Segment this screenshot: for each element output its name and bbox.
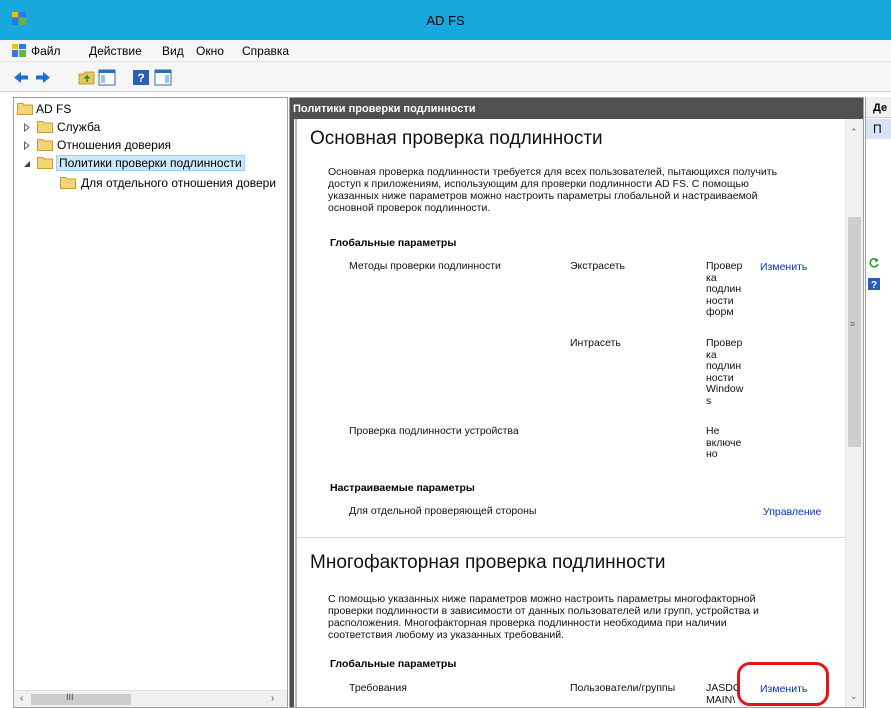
- manage-link[interactable]: Управление: [763, 506, 821, 518]
- description-line: С помощью указанных ниже параметров можн…: [328, 593, 756, 605]
- show-hide-action-pane-icon[interactable]: [154, 69, 172, 86]
- description-line: соответствия любому из указанных требова…: [328, 629, 565, 641]
- tree-node-per-relying-party[interactable]: Для отдельного отношения довери: [60, 175, 287, 193]
- actions-header: Де: [866, 97, 891, 118]
- description-line: расположения. Многофакторная проверка по…: [328, 617, 727, 629]
- expand-arrow-icon[interactable]: [23, 141, 31, 150]
- per-relying-party-label: Для отдельной проверяющей стороны: [349, 505, 537, 517]
- scrollbar-thumb[interactable]: [848, 217, 861, 447]
- folder-icon: [37, 121, 53, 133]
- description-line: основной проверок подлинности.: [328, 202, 491, 214]
- tree-node-label: AD FS: [36, 102, 72, 116]
- description-line: проверки подлинности в зависимости от да…: [328, 605, 759, 617]
- folder-icon: [37, 139, 53, 151]
- menu-window[interactable]: Окно: [196, 44, 224, 58]
- value-line: форм: [706, 306, 734, 318]
- policy-content: Основная проверка подлинности Основная п…: [290, 119, 845, 707]
- svg-text:?: ?: [871, 280, 877, 290]
- users-groups-value: JASDC MAIN\: [706, 683, 740, 706]
- global-settings-heading: Глобальные параметры: [330, 237, 457, 249]
- device-auth-label: Проверка подлинности устройства: [349, 425, 519, 437]
- device-auth-value: Не включе но: [706, 425, 741, 461]
- value-line: s: [706, 394, 712, 407]
- tree-node-adfs-root[interactable]: AD FS: [17, 101, 217, 119]
- title-bar: AD FS: [0, 0, 891, 40]
- requirements-label: Требования: [349, 682, 407, 694]
- tree-node-label: Для отдельного отношения довери: [81, 176, 277, 190]
- value-line: JASDC: [706, 683, 740, 694]
- mfa-description: С помощью указанных ниже параметров можн…: [328, 593, 828, 641]
- svg-text:?: ?: [137, 71, 144, 85]
- menu-view[interactable]: Вид: [162, 44, 184, 58]
- description-line: Основная проверка подлинности требуется …: [328, 166, 778, 178]
- mfa-title: Многофакторная проверка подлинности: [310, 552, 666, 573]
- value-line: MAIN\: [706, 693, 736, 706]
- menu-action[interactable]: Действие: [89, 44, 142, 58]
- left-border: [290, 119, 294, 707]
- help-icon[interactable]: ?: [868, 278, 880, 290]
- menu-help[interactable]: Справка: [242, 44, 289, 58]
- intranet-auth-value: Провер ка подлин ности Window s: [706, 337, 744, 407]
- left-border-inner: [295, 119, 297, 707]
- scroll-right-arrow-icon[interactable]: ›: [271, 693, 274, 704]
- folder-icon: [60, 177, 76, 189]
- details-vertical-scrollbar[interactable]: ⌃ ≡ ⌄: [845, 119, 863, 707]
- menu-file[interactable]: Файл: [31, 44, 61, 58]
- value-line: Window: [706, 383, 744, 395]
- primary-auth-title: Основная проверка подлинности: [310, 128, 603, 149]
- section-separator: [297, 537, 845, 538]
- tree-node-label: Служба: [57, 120, 101, 134]
- console-tree: AD FS Служба Отношения доверия Политики …: [13, 97, 288, 708]
- value-line: Провер: [706, 260, 743, 272]
- tree-node-label: Политики проверки подлинности: [56, 155, 245, 171]
- scroll-left-arrow-icon[interactable]: ‹: [20, 693, 23, 704]
- extranet-auth-value: Провер ка подлин ности форм: [706, 260, 743, 319]
- collapse-arrow-icon[interactable]: [23, 159, 31, 168]
- actions-subheader[interactable]: П: [866, 119, 891, 139]
- help-icon[interactable]: ?: [132, 69, 150, 86]
- scrollbar-grip: III: [66, 692, 74, 702]
- tree-node-label: Отношения доверия: [57, 138, 172, 152]
- details-pane: Политики проверки подлинности Основная п…: [289, 97, 864, 708]
- up-folder-icon[interactable]: [78, 69, 96, 86]
- folder-icon: [37, 157, 53, 169]
- value-line: но: [706, 448, 718, 460]
- system-menu-icon[interactable]: [12, 44, 26, 57]
- pane-header: Политики проверки подлинности: [290, 98, 863, 119]
- scroll-up-arrow-icon[interactable]: ⌃: [850, 127, 858, 138]
- toolbar: ?: [0, 62, 891, 92]
- users-groups-label: Пользователи/группы: [570, 682, 676, 694]
- forward-arrow-icon[interactable]: [34, 69, 52, 86]
- edit-mfa-settings-link[interactable]: Изменить: [760, 683, 807, 695]
- folder-icon: [17, 103, 33, 115]
- custom-settings-heading: Настраиваемые параметры: [330, 482, 475, 494]
- auth-methods-label: Методы проверки подлинности: [349, 260, 501, 272]
- window-title: AD FS: [426, 13, 465, 28]
- refresh-icon[interactable]: [868, 257, 880, 269]
- scroll-down-arrow-icon[interactable]: ⌄: [850, 691, 858, 702]
- description-line: указанных ниже параметров можно настроит…: [328, 190, 758, 202]
- scrollbar-thumb[interactable]: [31, 694, 131, 705]
- expand-arrow-icon[interactable]: [23, 123, 31, 132]
- value-line: подлин: [706, 283, 742, 295]
- tree-node-authentication-policies[interactable]: Политики проверки подлинности: [23, 155, 273, 173]
- tree-horizontal-scrollbar[interactable]: ‹ III ›: [14, 690, 287, 707]
- description-line: доступ к приложениям, использующим для п…: [328, 178, 749, 190]
- intranet-label: Интрасеть: [570, 337, 621, 349]
- menu-bar: Файл Действие Вид Окно Справка: [0, 40, 891, 62]
- back-arrow-icon[interactable]: [12, 69, 30, 86]
- value-line: Провер: [706, 337, 743, 349]
- edit-auth-methods-link[interactable]: Изменить: [760, 261, 807, 273]
- tree-node-service[interactable]: Служба: [23, 119, 223, 137]
- tree-node-trust-relationships[interactable]: Отношения доверия: [23, 137, 223, 155]
- primary-auth-description: Основная проверка подлинности требуется …: [328, 166, 828, 214]
- extranet-label: Экстрасеть: [570, 260, 626, 272]
- actions-pane: Де П ?: [865, 97, 891, 708]
- mfa-global-settings-heading: Глобальные параметры: [330, 658, 457, 670]
- show-hide-console-tree-icon[interactable]: [98, 69, 116, 86]
- scrollbar-grip-icon: ≡: [850, 319, 856, 329]
- value-line: Не: [706, 425, 720, 437]
- value-line: подлин: [706, 360, 742, 372]
